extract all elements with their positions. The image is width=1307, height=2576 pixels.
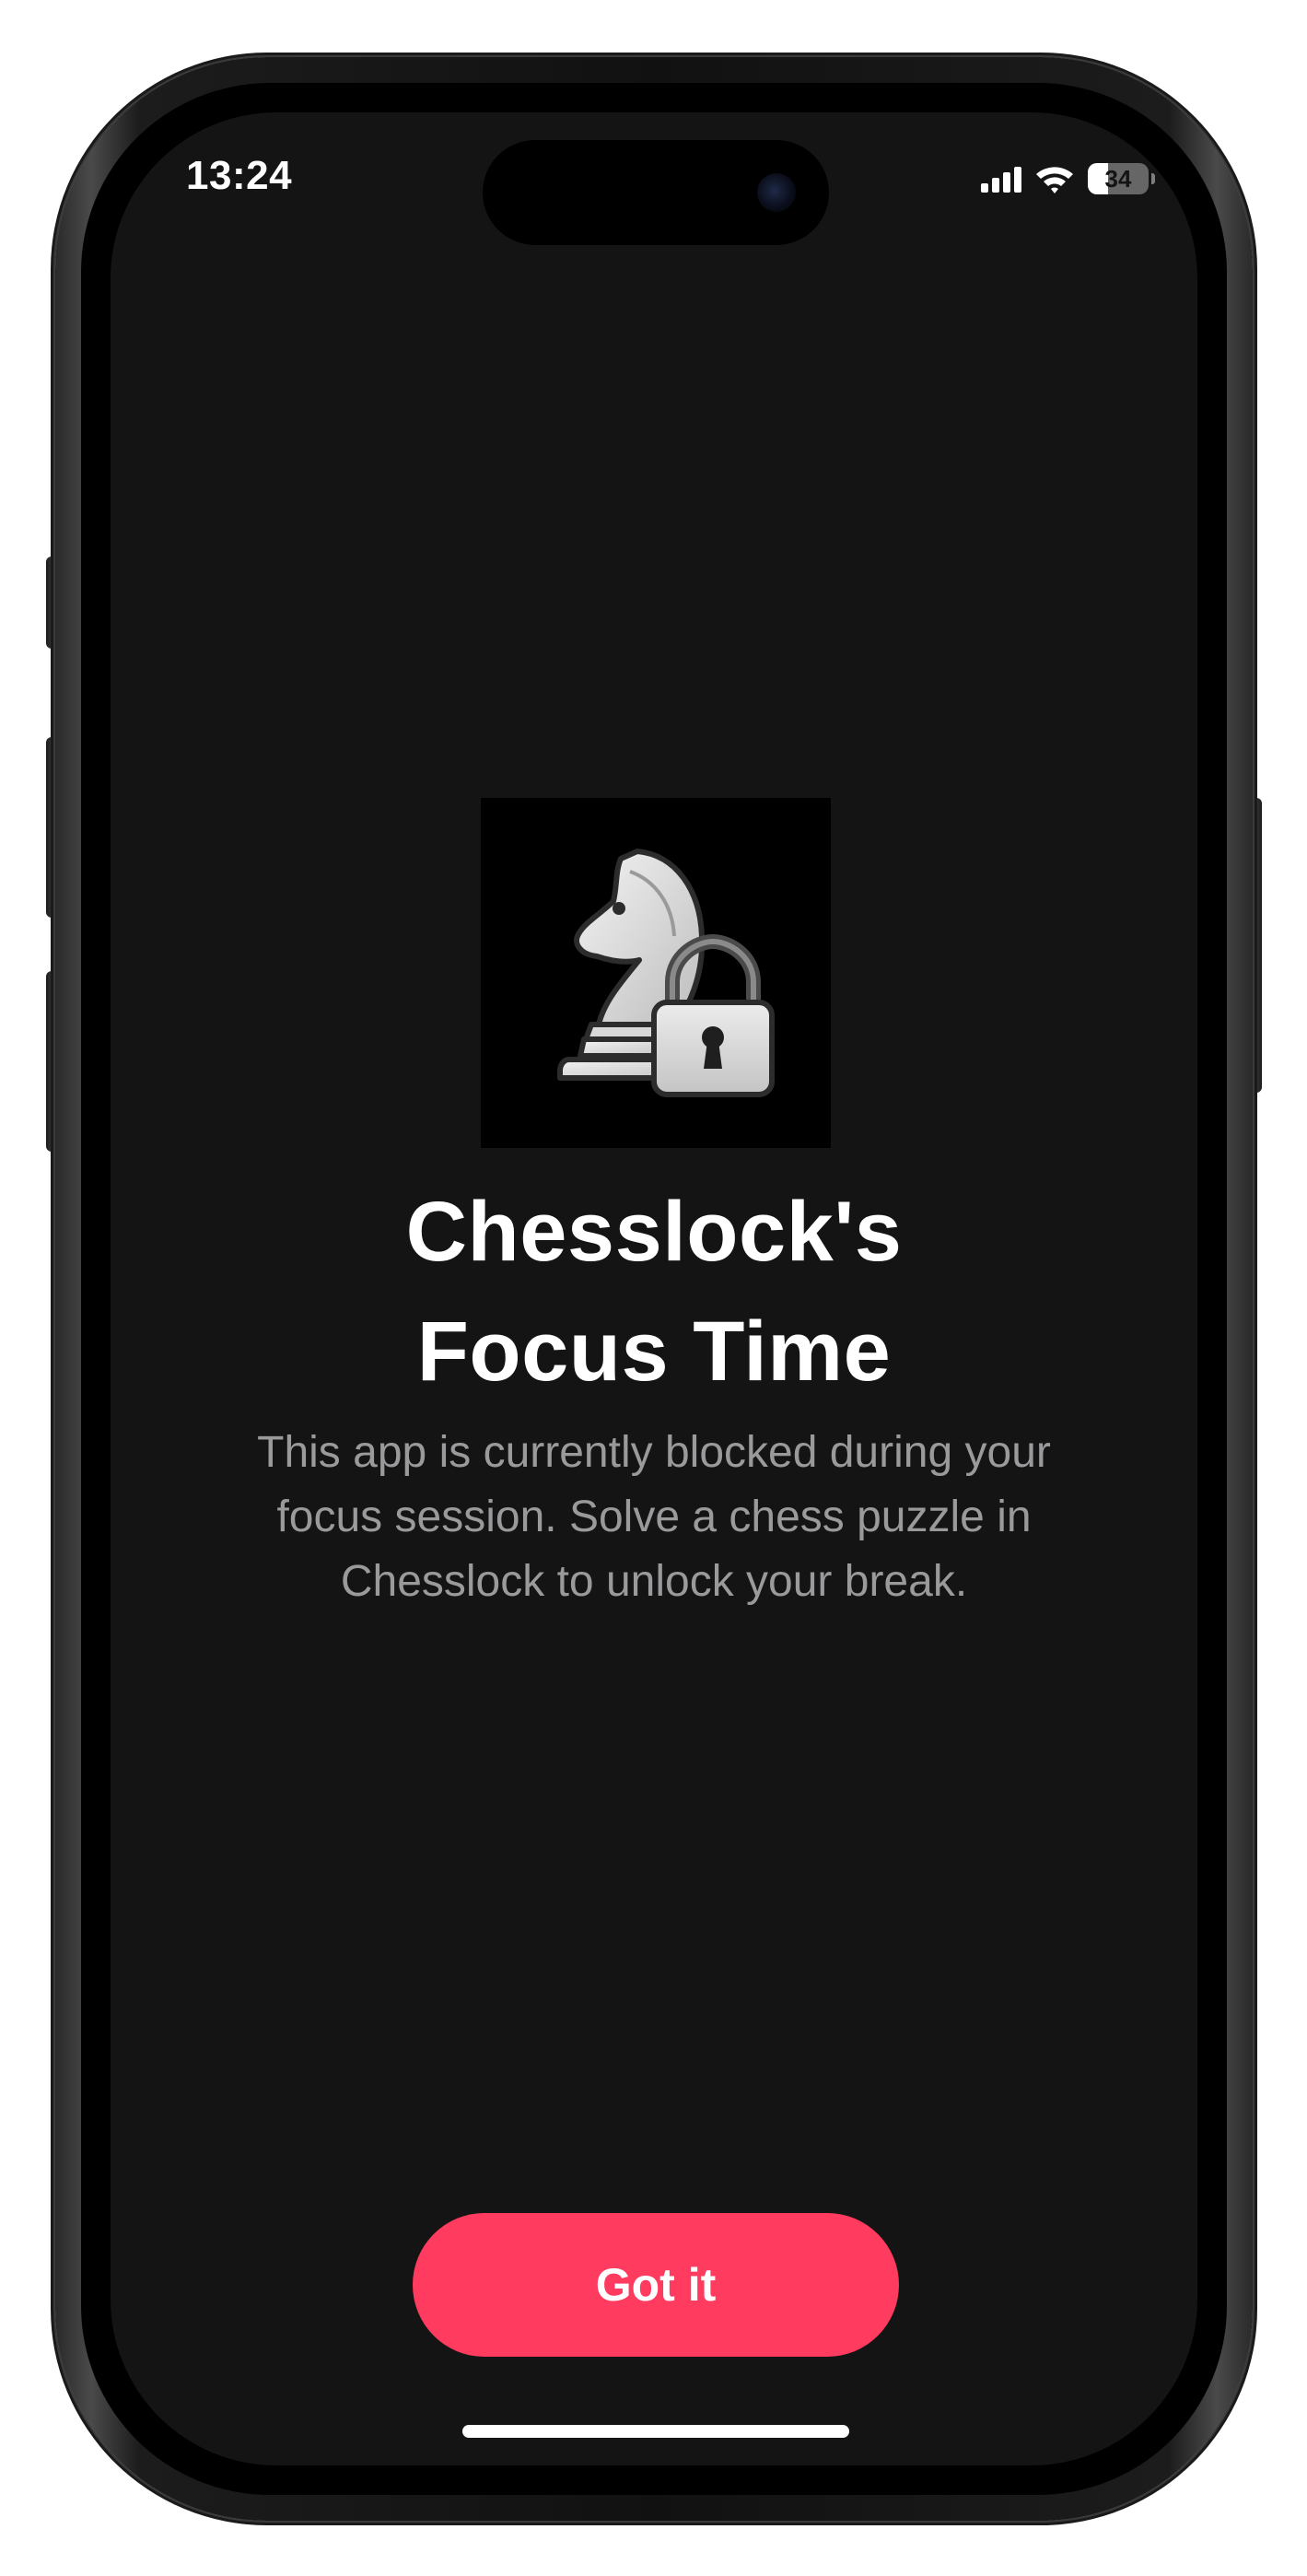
battery-level: 34	[1104, 164, 1132, 193]
status-time: 13:24	[186, 153, 293, 198]
app-logo	[481, 798, 831, 1148]
blocked-description: This app is currently blocked during you…	[257, 1428, 1051, 1606]
home-indicator[interactable]	[462, 2425, 849, 2438]
front-camera	[757, 173, 796, 212]
wifi-icon	[1036, 167, 1073, 193]
page-title-line-2: Focus Time	[416, 1305, 892, 1399]
screen: 13:24 34 Chesslock's Focus Time This app…	[111, 112, 1197, 2465]
got-it-button[interactable]: Got it	[413, 2213, 899, 2357]
device-mockup: 13:24 34 Chesslock's Focus Time This app…	[0, 0, 1307, 2576]
page-title-line-1: Chesslock's	[405, 1185, 903, 1279]
status-indicators: 34	[981, 160, 1155, 197]
dynamic-island	[483, 140, 829, 245]
battery-cap	[1151, 173, 1155, 184]
page-title: Chesslock's Focus Time	[147, 1172, 1161, 1411]
battery-icon: 34	[1088, 163, 1155, 194]
battery-body: 34	[1088, 163, 1149, 194]
chess-knight-lock-icon	[557, 849, 775, 1097]
signal-icon	[981, 165, 1021, 193]
